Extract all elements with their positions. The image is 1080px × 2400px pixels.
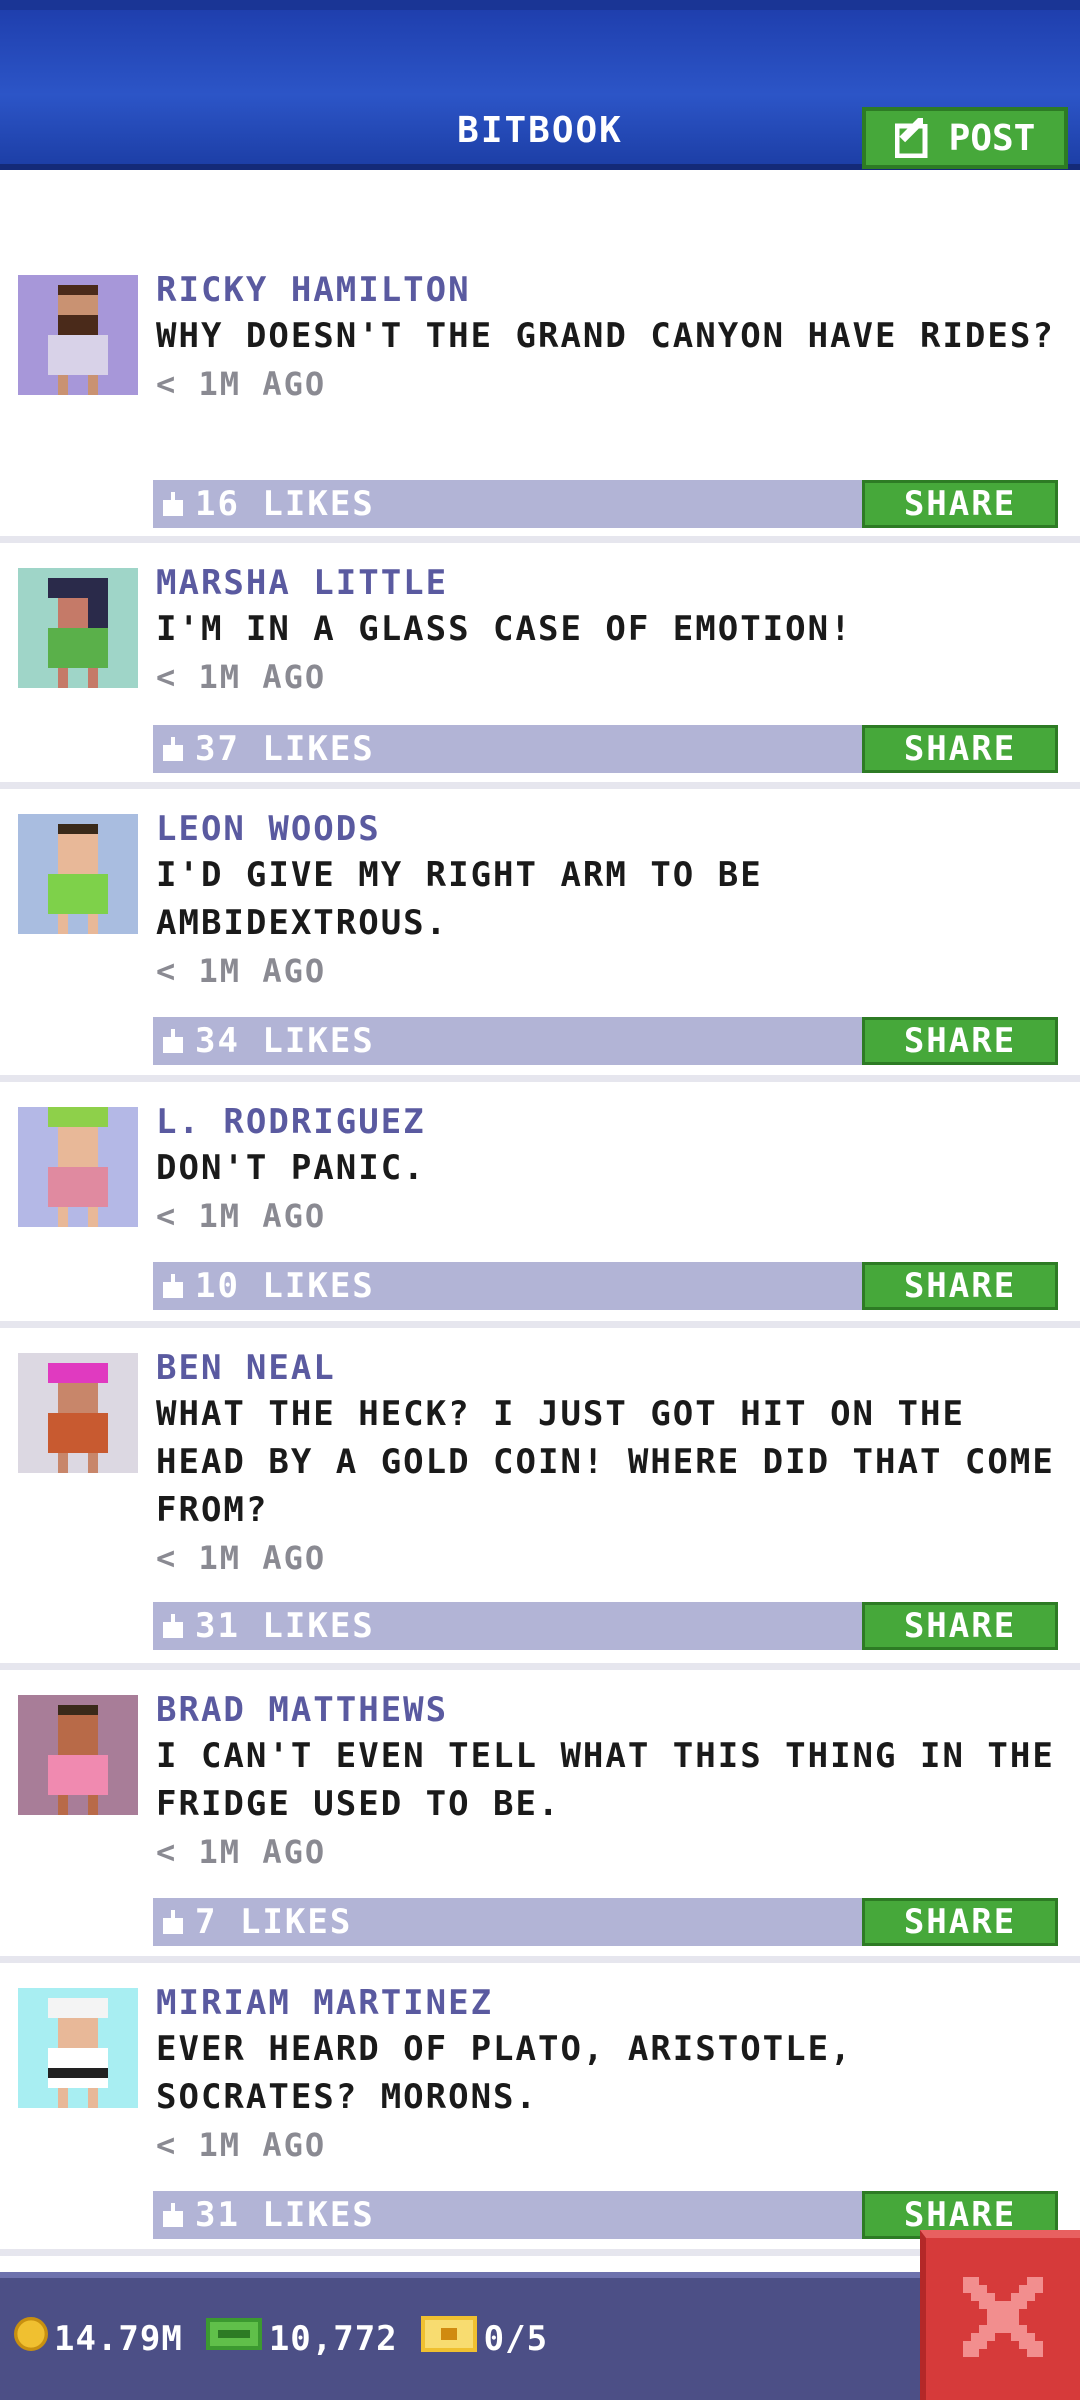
post-message: I'M IN A GLASS CASE OF EMOTION! <box>156 609 853 649</box>
post-message: WHY DOESN'T THE GRAND CANYON HAVE RIDES? <box>156 316 1055 356</box>
close-icon <box>963 2277 1043 2361</box>
thumbs-up-icon <box>163 1274 187 1298</box>
feed-post: LEON WOODS I'D GIVE MY RIGHT ARM TO BE A… <box>0 789 1080 1082</box>
like-count: 37 LIKES <box>195 729 375 769</box>
author-name[interactable]: BRAD MATTHEWS <box>156 1688 1060 1732</box>
avatar[interactable] <box>18 1988 138 2108</box>
like-button[interactable]: 16 LIKES <box>163 480 375 528</box>
like-bar: 34 LIKES SHARE <box>153 1017 1058 1065</box>
share-button[interactable]: SHARE <box>862 1898 1058 1946</box>
post-time: < 1M AGO <box>156 1197 327 1235</box>
like-button[interactable]: 31 LIKES <box>163 2191 375 2239</box>
like-count: 7 LIKES <box>195 1902 353 1942</box>
like-bar: 10 LIKES SHARE <box>153 1262 1058 1310</box>
header-bar: BITBOOK POST <box>0 0 1080 170</box>
bitbook-screen: BITBOOK POST RICKY HAMILTON WHY DOESN'T … <box>0 0 1080 2400</box>
share-button[interactable]: SHARE <box>862 1262 1058 1310</box>
author-name[interactable]: MIRIAM MARTINEZ <box>156 1981 1060 2025</box>
like-button[interactable]: 34 LIKES <box>163 1017 375 1065</box>
like-button[interactable]: 37 LIKES <box>163 725 375 773</box>
like-count: 31 LIKES <box>195 1606 375 1646</box>
post-time: < 1M AGO <box>156 365 327 403</box>
avatar[interactable] <box>18 1353 138 1473</box>
like-bar: 37 LIKES SHARE <box>153 725 1058 773</box>
tickets-stat: 0/5 <box>420 2316 548 2361</box>
like-button[interactable]: 7 LIKES <box>163 1898 352 1946</box>
post-time: < 1M AGO <box>156 952 327 990</box>
feed-list[interactable]: RICKY HAMILTON WHY DOESN'T THE GRAND CAN… <box>0 250 1080 2256</box>
avatar[interactable] <box>18 568 138 688</box>
like-button[interactable]: 10 LIKES <box>163 1262 375 1310</box>
like-bar: 16 LIKES SHARE <box>153 480 1058 528</box>
thumbs-up-icon <box>163 1910 187 1934</box>
coin-icon <box>14 2317 48 2360</box>
post-message: EVER HEARD OF PLATO, ARISTOTLE, SOCRATES… <box>156 2029 853 2117</box>
feed-post: RICKY HAMILTON WHY DOESN'T THE GRAND CAN… <box>0 250 1080 543</box>
edit-icon <box>894 118 935 158</box>
author-name[interactable]: BEN NEAL <box>156 1346 1060 1390</box>
avatar[interactable] <box>18 814 138 934</box>
bux-value: 10,772 <box>268 2318 398 2359</box>
share-button[interactable]: SHARE <box>862 480 1058 528</box>
post-button[interactable]: POST <box>862 107 1068 169</box>
author-name[interactable]: MARSHA LITTLE <box>156 561 1060 605</box>
thumbs-up-icon <box>163 2203 187 2227</box>
avatar[interactable] <box>18 1695 138 1815</box>
post-button-label: POST <box>948 117 1036 159</box>
like-count: 34 LIKES <box>195 1021 375 1061</box>
avatar[interactable] <box>18 1107 138 1227</box>
status-bar: 14.79M 10,772 0/5 <box>0 2272 1080 2400</box>
post-time: < 1M AGO <box>156 1833 327 1871</box>
feed-post: MARSHA LITTLE I'M IN A GLASS CASE OF EMO… <box>0 543 1080 789</box>
thumbs-up-icon <box>163 1614 187 1638</box>
author-name[interactable]: LEON WOODS <box>156 807 1060 851</box>
thumbs-up-icon <box>163 492 187 516</box>
like-bar: 7 LIKES SHARE <box>153 1898 1058 1946</box>
share-button[interactable]: SHARE <box>862 1017 1058 1065</box>
like-count: 31 LIKES <box>195 2195 375 2235</box>
like-count: 16 LIKES <box>195 484 375 524</box>
like-bar: 31 LIKES SHARE <box>153 1602 1058 1650</box>
avatar[interactable] <box>18 275 138 395</box>
thumbs-up-icon <box>163 1029 187 1053</box>
coins-value: 14.79M <box>54 2318 183 2359</box>
coins-stat: 14.79M <box>14 2317 183 2360</box>
tickets-value: 0/5 <box>483 2318 549 2359</box>
feed-post: MIRIAM MARTINEZ EVER HEARD OF PLATO, ARI… <box>0 1963 1080 2256</box>
ticket-icon <box>420 2316 478 2361</box>
post-time: < 1M AGO <box>156 1539 327 1577</box>
bux-stat: 10,772 <box>205 2314 398 2363</box>
post-time: < 1M AGO <box>156 658 327 696</box>
thumbs-up-icon <box>163 737 187 761</box>
feed-post: BEN NEAL WHAT THE HECK? I JUST GOT HIT O… <box>0 1328 1080 1670</box>
feed-post: BRAD MATTHEWS I CAN'T EVEN TELL WHAT THI… <box>0 1670 1080 1963</box>
post-message: WHAT THE HECK? I JUST GOT HIT ON THE HEA… <box>156 1394 1055 1530</box>
feed-post: L. RODRIGUEZ DON'T PANIC. < 1M AGO 10 LI… <box>0 1082 1080 1328</box>
bux-icon <box>205 2314 263 2363</box>
author-name[interactable]: L. RODRIGUEZ <box>156 1100 1060 1144</box>
share-button[interactable]: SHARE <box>862 1602 1058 1650</box>
share-button[interactable]: SHARE <box>862 725 1058 773</box>
post-time: < 1M AGO <box>156 2126 327 2164</box>
post-message: I CAN'T EVEN TELL WHAT THIS THING IN THE… <box>156 1736 1055 1824</box>
close-button[interactable] <box>920 2230 1080 2400</box>
post-message: I'D GIVE MY RIGHT ARM TO BE AMBIDEXTROUS… <box>156 855 763 943</box>
like-button[interactable]: 31 LIKES <box>163 1602 375 1650</box>
author-name[interactable]: RICKY HAMILTON <box>156 268 1060 312</box>
like-count: 10 LIKES <box>195 1266 375 1306</box>
post-message: DON'T PANIC. <box>156 1148 426 1188</box>
